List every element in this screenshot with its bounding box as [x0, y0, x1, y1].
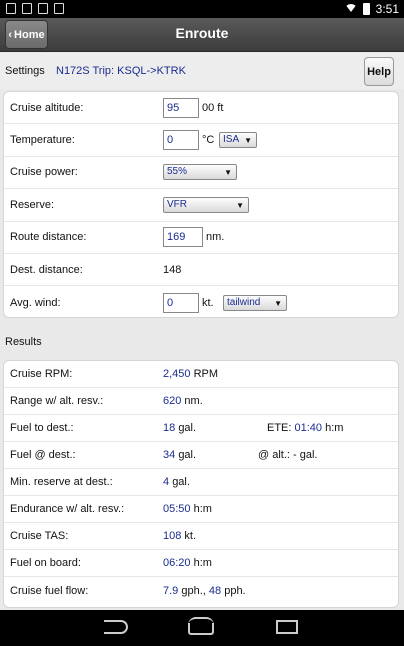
wifi-icon: [344, 4, 357, 14]
cruise-tas-label: Cruise TAS:: [10, 530, 69, 542]
help-button[interactable]: Help: [364, 57, 394, 86]
cruise-fuel-flow-label: Cruise fuel flow:: [10, 584, 89, 597]
reserve-label: Reserve:: [10, 198, 55, 211]
fuel-to-dest-label: Fuel to dest.:: [10, 422, 74, 434]
cruise-fuel-flow-gph-value: 7.9: [163, 584, 179, 597]
cruise-rpm-value: 2,450: [163, 368, 191, 380]
fuel-to-dest-value: 18: [163, 422, 176, 434]
min-reserve-value: 4: [163, 476, 170, 488]
results-card: Cruise RPM: 2,450 RPM Range w/ alt. resv…: [3, 360, 399, 608]
avg-wind-row: Avg. wind: 0 kt. tailwind ▼: [4, 286, 398, 318]
ete-value: 01:40: [294, 422, 323, 434]
reserve-value: VFR: [167, 198, 187, 210]
inputs-card: Cruise altitude: 95 00 ft Temperature: 0…: [3, 91, 399, 318]
results-heading: Results: [5, 336, 42, 348]
fuel-at-dest-row: Fuel @ dest.: 34 gal. @ alt.: - gal.: [4, 442, 398, 469]
dropdown-arrow-icon: ▼: [244, 136, 252, 146]
route-distance-unit: nm.: [206, 231, 225, 244]
cruise-rpm-label: Cruise RPM:: [10, 368, 73, 380]
cruise-power-select[interactable]: 55% ▼: [163, 164, 237, 181]
fuel-to-dest-row: Fuel to dest.: 18 gal. ETE: 01:40 h:m: [4, 415, 398, 442]
temperature-input[interactable]: 0: [163, 130, 199, 151]
cruise-altitude-label: Cruise altitude:: [10, 101, 84, 114]
navigation-bar: [0, 610, 404, 646]
endurance-row: Endurance w/ alt. resv.: 05:50 h:m: [4, 496, 398, 523]
dropdown-arrow-icon: ▼: [274, 298, 282, 308]
min-reserve-row: Min. reserve at dest.: 4 gal.: [4, 469, 398, 496]
cruise-fuel-flow-gph-unit: gph.,: [181, 584, 206, 597]
min-reserve-label: Min. reserve at dest.:: [10, 476, 113, 488]
clock: 3:51: [375, 2, 399, 16]
fuel-on-board-row: Fuel on board: 06:20 h:m: [4, 550, 398, 577]
battery-icon: [362, 3, 370, 15]
avg-wind-label: Avg. wind:: [10, 296, 61, 309]
fuel-at-alt-text: @ alt.: - gal.: [258, 449, 318, 461]
cruise-fuel-flow-pph-unit: pph.: [224, 584, 246, 597]
fuel-to-dest-unit: gal.: [178, 422, 197, 434]
download-notification-icon: [22, 3, 32, 14]
cruise-fuel-flow-row: Cruise fuel flow: 7.9 gph., 48 pph.: [4, 577, 398, 604]
dest-distance-value: 148: [163, 263, 182, 276]
ete-label: ETE:: [267, 422, 292, 434]
settings-bar: Settings N172S Trip: KSQL->KTRK Help: [0, 53, 404, 89]
cruise-tas-value: 108: [163, 530, 182, 542]
cruise-altitude-unit: 00 ft: [202, 101, 224, 114]
fuel-on-board-label: Fuel on board:: [10, 557, 81, 569]
dropdown-arrow-icon: ▼: [236, 200, 244, 210]
endurance-label: Endurance w/ alt. resv.:: [10, 503, 125, 515]
title-bar: ‹ Home Enroute: [0, 18, 404, 52]
dest-distance-row: Dest. distance: 148: [4, 254, 398, 287]
route-distance-label: Route distance:: [10, 231, 87, 244]
temperature-reference-select[interactable]: ISA ▼: [219, 132, 257, 149]
cruise-fuel-flow-pph-value: 48: [208, 584, 222, 597]
cruise-tas-unit: kt.: [184, 530, 197, 542]
range-unit: nm.: [184, 395, 203, 407]
fuel-at-dest-value: 34: [163, 449, 176, 461]
reserve-row: Reserve: VFR ▼: [4, 189, 398, 222]
fuel-at-dest-unit: gal.: [178, 449, 197, 461]
trip-name: N172S Trip: KSQL->KTRK: [56, 65, 186, 77]
wind-direction-value: tailwind: [227, 296, 261, 308]
temperature-reference-value: ISA: [223, 134, 240, 146]
fuel-at-dest-label: Fuel @ dest.:: [10, 449, 76, 461]
temperature-row: Temperature: 0 °C ISA ▼: [4, 124, 398, 157]
temperature-unit: °C: [202, 134, 215, 147]
cruise-rpm-unit: RPM: [193, 368, 219, 380]
cruise-power-row: Cruise power: 55% ▼: [4, 157, 398, 190]
back-icon[interactable]: [104, 620, 128, 634]
clipboard-notification-icon: [54, 3, 64, 14]
range-value: 620: [163, 395, 182, 407]
status-bar: 3:51: [0, 0, 404, 18]
reserve-select[interactable]: VFR ▼: [163, 196, 249, 213]
route-distance-input[interactable]: 169: [163, 227, 203, 248]
recent-apps-icon[interactable]: [276, 620, 298, 634]
settings-link[interactable]: Settings: [5, 65, 45, 77]
range-row: Range w/ alt. resv.: 620 nm.: [4, 388, 398, 415]
min-reserve-unit: gal.: [172, 476, 190, 488]
ete-unit: h:m: [325, 422, 344, 434]
cruise-altitude-row: Cruise altitude: 95 00 ft: [4, 92, 398, 125]
fuel-on-board-value: 06:20: [163, 557, 191, 569]
home-icon[interactable]: [188, 617, 214, 635]
range-label: Range w/ alt. resv.:: [10, 395, 104, 407]
dest-distance-label: Dest. distance:: [10, 263, 83, 276]
cruise-power-value: 55%: [167, 166, 188, 178]
cruise-tas-row: Cruise TAS: 108 kt.: [4, 523, 398, 550]
avg-wind-unit: kt.: [202, 296, 214, 309]
cruise-rpm-row: Cruise RPM: 2,450 RPM: [4, 361, 398, 388]
image-notification-icon: [6, 3, 16, 14]
fuel-on-board-unit: h:m: [193, 557, 212, 569]
endurance-unit: h:m: [193, 503, 212, 515]
endurance-value: 05:50: [163, 503, 191, 515]
mail-notification-icon: [38, 3, 48, 14]
dropdown-arrow-icon: ▼: [224, 168, 232, 178]
cruise-power-label: Cruise power:: [10, 166, 78, 179]
avg-wind-input[interactable]: 0: [163, 292, 199, 313]
wind-direction-select[interactable]: tailwind ▼: [223, 294, 287, 311]
temperature-label: Temperature:: [10, 134, 75, 147]
page-title: Enroute: [175, 25, 229, 41]
cruise-altitude-input[interactable]: 95: [163, 97, 199, 118]
route-distance-row: Route distance: 169 nm.: [4, 222, 398, 254]
